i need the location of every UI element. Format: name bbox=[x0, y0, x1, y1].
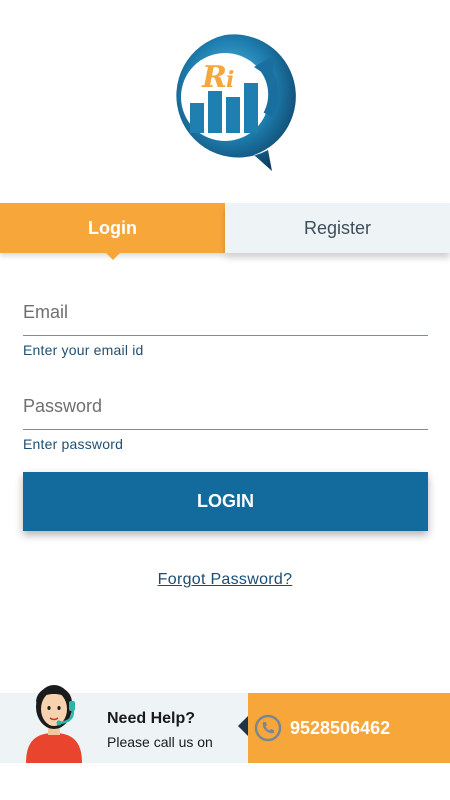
password-field-group: Enter password bbox=[23, 384, 428, 452]
auth-tabs: Login Register bbox=[0, 203, 450, 260]
help-phone-panel[interactable]: 9528506462 bbox=[248, 693, 450, 763]
password-hint: Enter password bbox=[23, 436, 124, 452]
help-banner: Need Help? Please call us on 9528506462 bbox=[0, 685, 450, 763]
help-title: Need Help? bbox=[107, 710, 196, 727]
logo-icon: R i bbox=[176, 34, 296, 172]
email-field-group: Enter your email id bbox=[23, 290, 428, 358]
help-phone-number[interactable]: 9528506462 bbox=[290, 718, 390, 739]
tab-register[interactable]: Register bbox=[225, 203, 450, 253]
svg-text:i: i bbox=[226, 67, 234, 93]
tab-register-label: Register bbox=[303, 217, 372, 238]
phone-icon bbox=[254, 714, 282, 742]
help-pointer-arrow bbox=[238, 716, 248, 736]
tab-login-label: Login bbox=[88, 217, 137, 238]
forgot-password-row: Forgot Password? bbox=[0, 571, 450, 589]
active-tab-caret bbox=[106, 253, 120, 260]
login-button[interactable]: LOGIN bbox=[23, 472, 428, 531]
brand-logo: R i bbox=[150, 25, 300, 175]
tab-login[interactable]: Login bbox=[0, 203, 225, 260]
email-hint: Enter your email id bbox=[23, 342, 144, 358]
help-subtitle: Please call us on bbox=[107, 734, 213, 750]
password-input[interactable] bbox=[23, 384, 428, 430]
forgot-password-link[interactable]: Forgot Password? bbox=[158, 571, 293, 588]
support-agent-icon bbox=[14, 663, 94, 763]
email-input[interactable] bbox=[23, 290, 428, 336]
svg-text:R: R bbox=[201, 60, 227, 95]
